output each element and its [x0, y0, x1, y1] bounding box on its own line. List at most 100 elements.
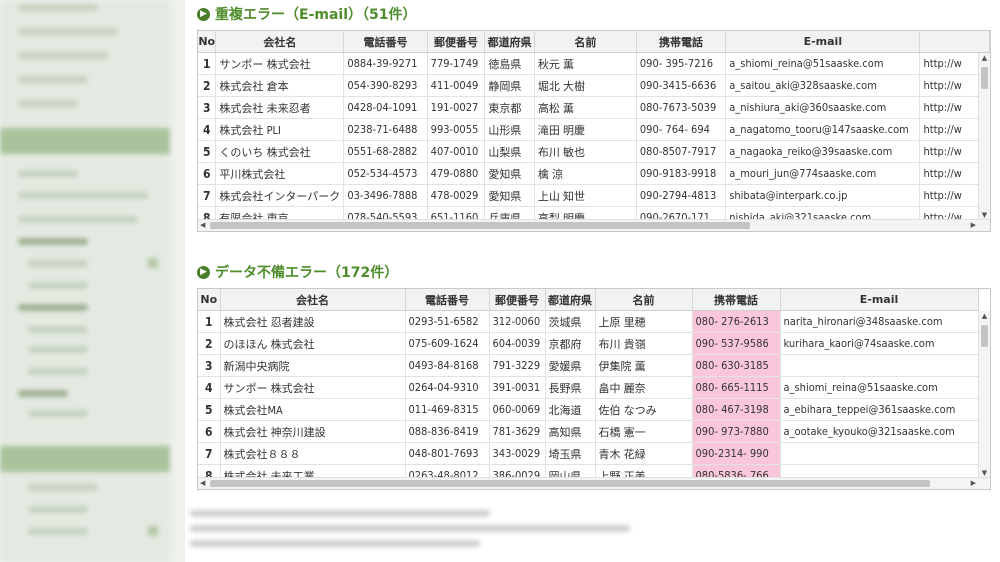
- table-cell: 090- 764- 694: [636, 118, 727, 141]
- column-header[interactable]: E-mail: [780, 289, 979, 311]
- table-cell: 愛知県: [484, 184, 535, 207]
- table-cell: 090- 537-9586: [692, 332, 781, 355]
- table-cell: 993-0055: [427, 118, 486, 141]
- row-number: 5: [198, 398, 221, 421]
- column-header[interactable]: [919, 31, 990, 53]
- column-header[interactable]: E-mail: [725, 31, 921, 53]
- table-cell: 03-3496-7888: [343, 184, 428, 207]
- table-cell: 上山 知世: [534, 184, 637, 207]
- column-header[interactable]: No: [198, 31, 217, 53]
- table-cell: 090-2314- 990: [692, 442, 781, 465]
- scroll-down-icon[interactable]: ▼: [979, 211, 990, 219]
- scroll-thumb[interactable]: [981, 67, 988, 89]
- table-cell: 080- 276-2613: [692, 310, 781, 333]
- table-cell: 愛知県: [484, 162, 535, 185]
- table-row[interactable]: 1 サンポー 株式会社 0884-39-9271 779-1749 徳島県 秋元 薫 090…: [198, 52, 990, 75]
- scroll-right-icon[interactable]: ▶: [971, 220, 976, 231]
- horizontal-scrollbar[interactable]: ◀ ▶: [198, 219, 990, 231]
- table-cell: サンポー 株式会社: [220, 376, 406, 399]
- vertical-scrollbar[interactable]: ▲ ▼: [978, 53, 990, 231]
- scroll-thumb[interactable]: [981, 325, 988, 347]
- table-row[interactable]: 6 平川株式会社 052-534-4573 479-0880 愛知県檎 涼 090-918…: [198, 162, 990, 185]
- scroll-down-icon[interactable]: ▼: [979, 469, 990, 477]
- column-header[interactable]: No: [198, 289, 221, 311]
- table-cell: 埼玉県: [545, 442, 596, 465]
- table-cell: 滝田 明慶: [534, 118, 637, 141]
- table-row[interactable]: 2 株式会社 倉本 054-390-8293 411-0049 静岡県 堀北 大樹 090-…: [198, 74, 990, 97]
- scroll-thumb[interactable]: [210, 222, 750, 229]
- table-cell: shibata@interpark.co.jp: [725, 184, 921, 207]
- table-row[interactable]: 5 株式会社MA 011-469-8315 060-0069 北海道 佐伯 なつみ 080-…: [198, 398, 979, 421]
- row-number: 7: [198, 442, 221, 465]
- column-header[interactable]: 会社名: [215, 31, 345, 53]
- table-cell: 株式会社 PLI: [215, 118, 345, 141]
- table-cell: narita_hironari@348saaske.com: [780, 310, 979, 333]
- column-header[interactable]: 郵便番号: [489, 289, 546, 311]
- table-cell: 478-0029: [427, 184, 486, 207]
- table-cell: 伊集院 薫: [595, 354, 693, 377]
- horizontal-scrollbar[interactable]: ◀ ▶: [198, 477, 990, 489]
- table-cell: 株式会社インターパーク: [215, 184, 345, 207]
- table-cell: 0238-71-6488: [343, 118, 428, 141]
- column-header[interactable]: 会社名: [220, 289, 406, 311]
- column-header[interactable]: 電話番号: [405, 289, 490, 311]
- column-header[interactable]: 都道府県: [545, 289, 596, 311]
- table-cell: 0428-04-1091: [343, 96, 428, 119]
- table-cell: 791-3229: [489, 354, 546, 377]
- vertical-scrollbar[interactable]: ▲ ▼: [978, 311, 990, 489]
- table-row[interactable]: 2 のほほん 株式会社 075-609-1624 604-0039 京都府 布川 貴嶺 09…: [198, 332, 979, 355]
- table-cell: 堀北 大樹: [534, 74, 637, 97]
- column-header[interactable]: 名前: [595, 289, 693, 311]
- table-row[interactable]: 5 くのいち 株式会社 0551-68-2882 407-0010 山梨県 布川 敏也 08…: [198, 140, 990, 163]
- column-header[interactable]: 携帯電話: [692, 289, 781, 311]
- column-header[interactable]: 都道府県: [484, 31, 535, 53]
- row-number: 3: [198, 354, 221, 377]
- table-row[interactable]: 4 サンポー 株式会社 0264-04-9310 391-0031 長野県 畠中 麗奈 08…: [198, 376, 979, 399]
- table-cell: 檎 涼: [534, 162, 637, 185]
- table-cell: 343-0029: [489, 442, 546, 465]
- table-cell: 株式会社８８８: [220, 442, 406, 465]
- table-cell: 090-3415-6636: [636, 74, 727, 97]
- scroll-right-icon[interactable]: ▶: [971, 478, 976, 489]
- table-row[interactable]: 3 新潟中央病院 0493-84-8168 791-3229 愛媛県 伊集院 薫 080- …: [198, 354, 979, 377]
- scroll-up-icon[interactable]: ▲: [979, 312, 990, 320]
- table-row[interactable]: 4 株式会社 PLI 0238-71-6488 993-0055 山形県 滝田 明慶 090…: [198, 118, 990, 141]
- duplicate-error-table: No 会社名 電話番号 郵便番号 都道府県 名前 携帯電話 E-mail 1 サンポー 株式会社…: [197, 30, 991, 232]
- table-cell: [780, 442, 979, 465]
- table-row[interactable]: 7 株式会社インターパーク 03-3496-7888 478-0029 愛知県 上山 知世…: [198, 184, 990, 207]
- row-number: 5: [198, 140, 217, 163]
- row-number: 1: [198, 52, 217, 75]
- table-row[interactable]: 6 株式会社 神奈川建設 088-836-8419 781-3629 高知県 石橋 憲一 0…: [198, 420, 979, 443]
- table-cell: 407-0010: [427, 140, 486, 163]
- scroll-up-icon[interactable]: ▲: [979, 54, 990, 62]
- column-header[interactable]: 郵便番号: [427, 31, 486, 53]
- row-number: 4: [198, 376, 221, 399]
- table-row[interactable]: 1 株式会社 忍者建設 0293-51-6582 312-0060 茨城県 上原 里穂 08…: [198, 310, 979, 333]
- table-cell: 上原 里穂: [595, 310, 693, 333]
- table-cell: a_nagaoka_reiko@39saaske.com: [725, 140, 921, 163]
- table-cell: 191-0027: [427, 96, 486, 119]
- scroll-thumb[interactable]: [210, 480, 930, 487]
- scroll-left-icon[interactable]: ◀: [200, 220, 205, 231]
- table-row[interactable]: 3 株式会社 未来忍者 0428-04-1091 191-0027 東京都 高松 薫 080…: [198, 96, 990, 119]
- table: No 会社名 電話番号 郵便番号 都道府県 名前 携帯電話 E-mail 1 サンポー 株式会社…: [198, 31, 990, 229]
- footer-note: [190, 510, 650, 555]
- column-header[interactable]: 電話番号: [343, 31, 428, 53]
- table-cell: 781-3629: [489, 420, 546, 443]
- table-row[interactable]: 7 株式会社８８８ 048-801-7693 343-0029 埼玉県 青木 花緑 090-…: [198, 442, 979, 465]
- table-cell: 東京都: [484, 96, 535, 119]
- row-number: 7: [198, 184, 217, 207]
- scroll-left-icon[interactable]: ◀: [200, 478, 205, 489]
- table-cell: a_mouri_jun@774saaske.com: [725, 162, 921, 185]
- table-cell: 479-0880: [427, 162, 486, 185]
- column-header[interactable]: 携帯電話: [636, 31, 727, 53]
- table-cell: 徳島県: [484, 52, 535, 75]
- table-cell: a_ootake_kyouko@321saaske.com: [780, 420, 979, 443]
- row-number: 4: [198, 118, 217, 141]
- column-header[interactable]: 名前: [534, 31, 637, 53]
- table-cell: 054-390-8293: [343, 74, 428, 97]
- table-cell: 060-0069: [489, 398, 546, 421]
- table-cell: 0884-39-9271: [343, 52, 428, 75]
- table-cell: 075-609-1624: [405, 332, 490, 355]
- table-cell: 佐伯 なつみ: [595, 398, 693, 421]
